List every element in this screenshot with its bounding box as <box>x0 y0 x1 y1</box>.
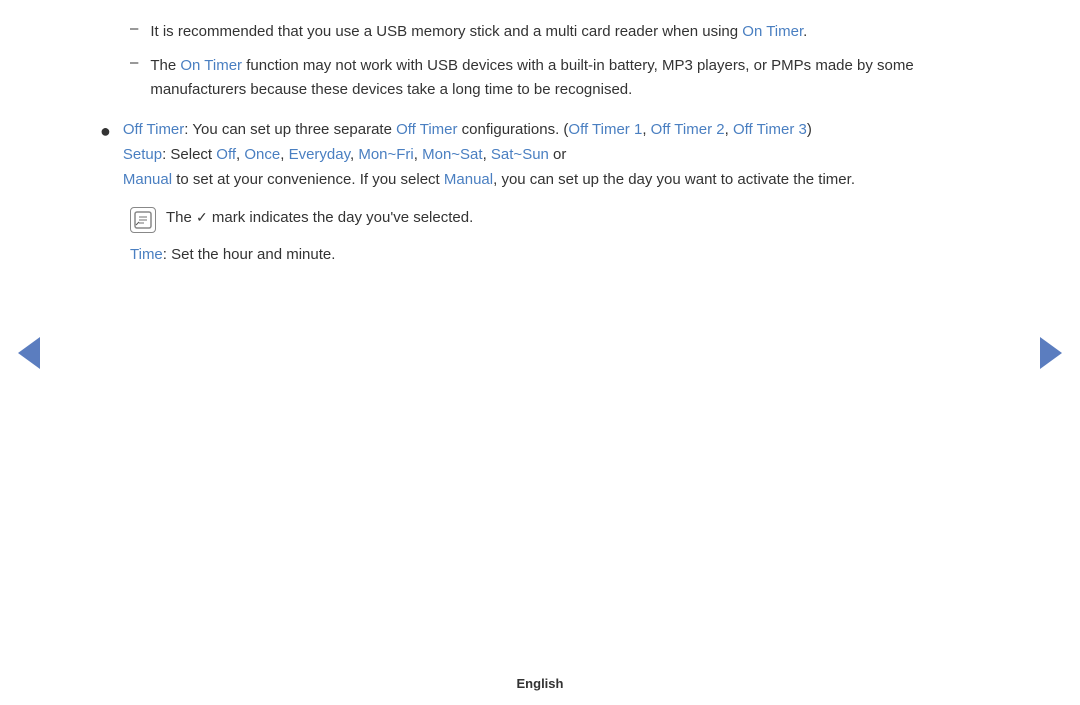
dash-text-1: It is recommended that you use a USB mem… <box>150 20 807 44</box>
language-label: English <box>517 676 564 691</box>
dash-item-1: – It is recommended that you use a USB m… <box>100 20 980 44</box>
on-timer-link-2[interactable]: On Timer <box>180 57 242 74</box>
dash-symbol-1: – <box>130 20 138 44</box>
mon-sat-option[interactable]: Mon~Sat <box>422 146 482 163</box>
nav-right-arrow[interactable] <box>1040 337 1062 369</box>
off-timer-2-link[interactable]: Off Timer 2 <box>651 121 725 138</box>
note-svg-icon <box>134 211 152 229</box>
on-timer-link-1[interactable]: On Timer <box>742 23 803 40</box>
off-timer-link-1[interactable]: Off Timer <box>396 121 457 138</box>
manual-link-2[interactable]: Manual <box>444 171 493 188</box>
off-timer-label[interactable]: Off Timer <box>123 121 184 138</box>
manual-link-1[interactable]: Manual <box>123 171 172 188</box>
mon-fri-option[interactable]: Mon~Fri <box>358 146 413 163</box>
sat-sun-option[interactable]: Sat~Sun <box>491 146 549 163</box>
off-timer-3-link[interactable]: Off Timer 3 <box>733 121 807 138</box>
dash-text-2: The On Timer function may not work with … <box>150 54 980 102</box>
time-label[interactable]: Time <box>130 246 163 263</box>
off-timer-1-link[interactable]: Off Timer 1 <box>568 121 642 138</box>
bullet-item-off-timer: ● Off Timer: You can set up three separa… <box>100 118 980 192</box>
nav-left-arrow[interactable] <box>18 337 40 369</box>
bullet-dot: ● <box>100 118 111 192</box>
note-box: The ✓ mark indicates the day you've sele… <box>130 206 980 233</box>
dash-symbol-2: – <box>130 54 138 102</box>
page-content: – It is recommended that you use a USB m… <box>100 20 980 665</box>
footer: English <box>0 676 1080 691</box>
setup-label[interactable]: Setup <box>123 146 162 163</box>
dash-item-2: – The On Timer function may not work wit… <box>100 54 980 102</box>
note-icon <box>130 207 156 233</box>
everyday-option[interactable]: Everyday <box>289 146 350 163</box>
time-line: Time: Set the hour and minute. <box>130 243 980 268</box>
note-text: The ✓ mark indicates the day you've sele… <box>166 206 473 230</box>
bullet-text: Off Timer: You can set up three separate… <box>123 118 855 192</box>
once-option[interactable]: Once <box>244 146 280 163</box>
off-option[interactable]: Off <box>216 146 236 163</box>
checkmark-symbol: ✓ <box>196 209 208 225</box>
